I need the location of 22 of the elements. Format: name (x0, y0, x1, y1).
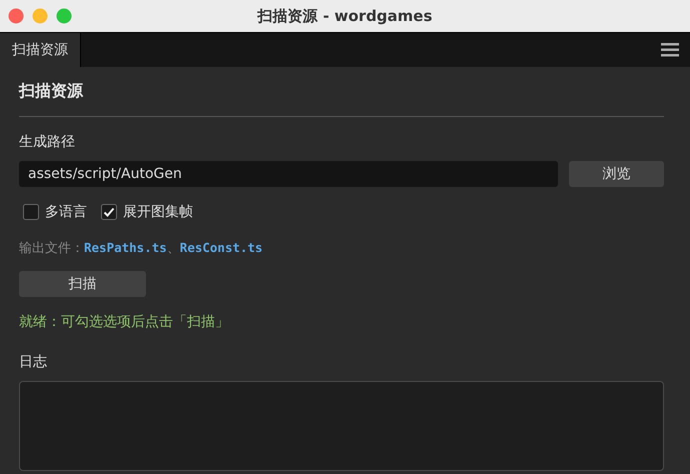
window-control-icon[interactable] (8, 8, 24, 24)
output-label: 输出文件： (19, 240, 84, 257)
checkbox-label: 展开图集帧 (123, 203, 193, 221)
panel-heading: 扫描资源 (19, 81, 84, 102)
window-control-icon[interactable] (56, 8, 72, 24)
file-name: ResPaths.ts (84, 240, 167, 255)
scan-button[interactable]: 扫描 (19, 271, 146, 297)
browse-button[interactable]: 浏览 (569, 161, 664, 187)
window-title: 扫描资源 - wordgames (258, 6, 432, 24)
checkbox-label: 多语言 (45, 203, 87, 221)
menu-icon[interactable] (661, 43, 679, 57)
field-label: 生成路径 (19, 133, 76, 151)
separator-text: 、 (166, 240, 180, 257)
status-text: 就绪：可勾选选项后点击「扫描」 (19, 313, 230, 331)
log-area[interactable] (19, 381, 664, 471)
window-control-icon[interactable] (32, 8, 48, 24)
tab[interactable]: 扫描资源 (0, 33, 81, 67)
checkbox[interactable] (23, 204, 39, 220)
log-label: 日志 (19, 353, 48, 371)
path-field[interactable]: assets/script/AutoGen (19, 161, 558, 187)
checkbox[interactable] (101, 204, 117, 220)
file-name: ResConst.ts (180, 240, 263, 255)
